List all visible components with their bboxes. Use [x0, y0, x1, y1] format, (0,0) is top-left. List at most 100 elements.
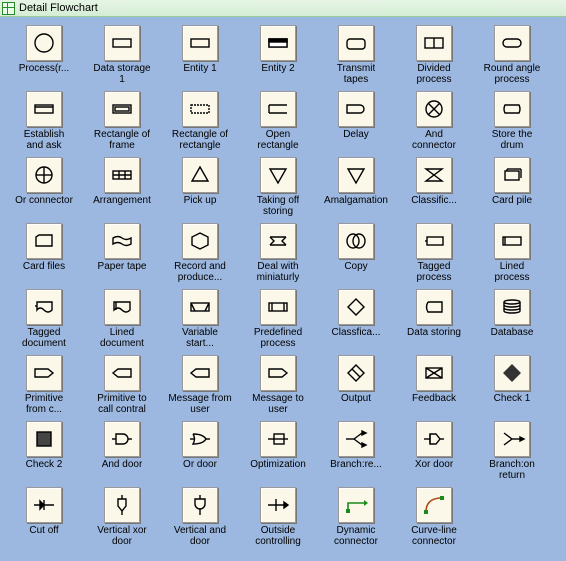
shape-lined-document[interactable]: Lined document	[84, 289, 160, 353]
shape-card-files[interactable]: Card files	[6, 223, 82, 287]
shape-rectangle-of-frame[interactable]: Rectangle of frame	[84, 91, 160, 155]
shape-data-storing[interactable]: Data storing	[396, 289, 472, 353]
arrangement-icon	[104, 157, 140, 193]
shape-data-storage-1[interactable]: Data storage 1	[84, 25, 160, 89]
shape-label: Classfica...	[332, 327, 381, 338]
shape-establish-and-ask[interactable]: Establish and ask	[6, 91, 82, 155]
shape-primitive-from-c[interactable]: Primitive from c...	[6, 355, 82, 419]
shape-open-rectangle[interactable]: Open rectangle	[240, 91, 316, 155]
shape-tagged-document[interactable]: Tagged document	[6, 289, 82, 353]
shape-label: Delay	[343, 129, 369, 140]
shape-arrangement[interactable]: Arrangement	[84, 157, 160, 221]
shape-label: Primitive to call contral	[97, 393, 146, 415]
round-angle-process-icon	[494, 25, 530, 61]
shape-cut-off[interactable]: Cut off	[6, 487, 82, 551]
shape-outside-controlling[interactable]: Outside controlling	[240, 487, 316, 551]
shape-variable-start[interactable]: Variable start...	[162, 289, 238, 353]
shape-predefined-process[interactable]: Predefined process	[240, 289, 316, 353]
shape-branch-re[interactable]: Branch:re...	[318, 421, 394, 485]
shape-check-2[interactable]: Check 2	[6, 421, 82, 485]
shape-label: Data storing	[407, 327, 461, 338]
shape-card-pile[interactable]: Card pile	[474, 157, 550, 221]
shape-label: Entity 1	[183, 63, 216, 74]
shape-label: Round angle process	[484, 63, 541, 85]
shape-label: Paper tape	[98, 261, 147, 272]
shape-label: Variable start...	[182, 327, 218, 349]
shape-xor-door[interactable]: Xor door	[396, 421, 472, 485]
shape-and-connector[interactable]: And connector	[396, 91, 472, 155]
shape-label: Output	[341, 393, 371, 404]
shape-deal-with-miniatury[interactable]: Deal with miniaturly	[240, 223, 316, 287]
shape-vertical-xor-door[interactable]: Vertical xor door	[84, 487, 160, 551]
shape-store-the-drum[interactable]: Store the drum	[474, 91, 550, 155]
paper-tape-icon	[104, 223, 140, 259]
shape-label: Primitive from c...	[25, 393, 63, 415]
shape-vertical-and-door[interactable]: Vertical and door	[162, 487, 238, 551]
shape-primitive-to-call[interactable]: Primitive to call contral	[84, 355, 160, 419]
shape-label: Branch:on return	[489, 459, 535, 481]
establish-and-ask-icon	[26, 91, 62, 127]
classification-icon	[416, 157, 452, 193]
shape-label: And door	[102, 459, 143, 470]
shape-optimization[interactable]: Optimization	[240, 421, 316, 485]
shape-label: Classific...	[411, 195, 457, 206]
shape-classification[interactable]: Classific...	[396, 157, 472, 221]
shape-classifica[interactable]: Classfica...	[318, 289, 394, 353]
and-door-icon	[104, 421, 140, 457]
shape-label: Deal with miniaturly	[257, 261, 300, 283]
shape-divided-process[interactable]: Divided process	[396, 25, 472, 89]
shape-label: Establish and ask	[24, 129, 65, 151]
shape-label: Record and produce...	[174, 261, 226, 283]
shape-message-from-user[interactable]: Message from user	[162, 355, 238, 419]
shape-feedback[interactable]: Feedback	[396, 355, 472, 419]
shape-label: Pick up	[184, 195, 217, 206]
shape-process-r[interactable]: Process(r...	[6, 25, 82, 89]
shape-pick-up[interactable]: Pick up	[162, 157, 238, 221]
primitive-to-call-icon	[104, 355, 140, 391]
shape-label: Tagged document	[22, 327, 66, 349]
shape-or-connector[interactable]: Or connector	[6, 157, 82, 221]
shape-database[interactable]: Database	[474, 289, 550, 353]
shape-amalgamation[interactable]: Amalgamation	[318, 157, 394, 221]
shape-or-door[interactable]: Or door	[162, 421, 238, 485]
card-files-icon	[26, 223, 62, 259]
shape-label: Rectangle of rectangle	[172, 129, 228, 151]
dynamic-connector-icon	[338, 487, 374, 523]
lined-document-icon	[104, 289, 140, 325]
cut-off-icon	[26, 487, 62, 523]
shape-curve-line-connector[interactable]: Curve-line connector	[396, 487, 472, 551]
delay-icon	[338, 91, 374, 127]
curve-line-connector-icon	[416, 487, 452, 523]
store-the-drum-icon	[494, 91, 530, 127]
shape-check-1[interactable]: Check 1	[474, 355, 550, 419]
shape-dynamic-connector[interactable]: Dynamic connector	[318, 487, 394, 551]
shape-branch-on-return[interactable]: Branch:on return	[474, 421, 550, 485]
tagged-document-icon	[26, 289, 62, 325]
shape-round-angle-process[interactable]: Round angle process	[474, 25, 550, 89]
shape-and-door[interactable]: And door	[84, 421, 160, 485]
shape-label: Message from user	[168, 393, 231, 415]
shape-message-to-user[interactable]: Message to user	[240, 355, 316, 419]
shape-entity-2[interactable]: Entity 2	[240, 25, 316, 89]
divided-process-icon	[416, 25, 452, 61]
shape-lined-process[interactable]: Lined process	[474, 223, 550, 287]
data-storing-icon	[416, 289, 452, 325]
shape-label: Message to user	[252, 393, 304, 415]
shape-rectangle-of-rectangle[interactable]: Rectangle of rectangle	[162, 91, 238, 155]
shape-label: Feedback	[412, 393, 456, 404]
shape-taking-off-storing[interactable]: Taking off storing	[240, 157, 316, 221]
copy-icon	[338, 223, 374, 259]
shape-transmit-tapes[interactable]: Transmit tapes	[318, 25, 394, 89]
shape-record-and-produce[interactable]: Record and produce...	[162, 223, 238, 287]
shape-paper-tape[interactable]: Paper tape	[84, 223, 160, 287]
shape-label: Copy	[344, 261, 367, 272]
shape-copy[interactable]: Copy	[318, 223, 394, 287]
shape-label: Dynamic connector	[334, 525, 378, 547]
message-to-user-icon	[260, 355, 296, 391]
shape-delay[interactable]: Delay	[318, 91, 394, 155]
shape-entity-1[interactable]: Entity 1	[162, 25, 238, 89]
amalgamation-icon	[338, 157, 374, 193]
shape-label: Vertical and door	[174, 525, 226, 547]
shape-tagged-process[interactable]: Tagged process	[396, 223, 472, 287]
shape-output[interactable]: Output	[318, 355, 394, 419]
